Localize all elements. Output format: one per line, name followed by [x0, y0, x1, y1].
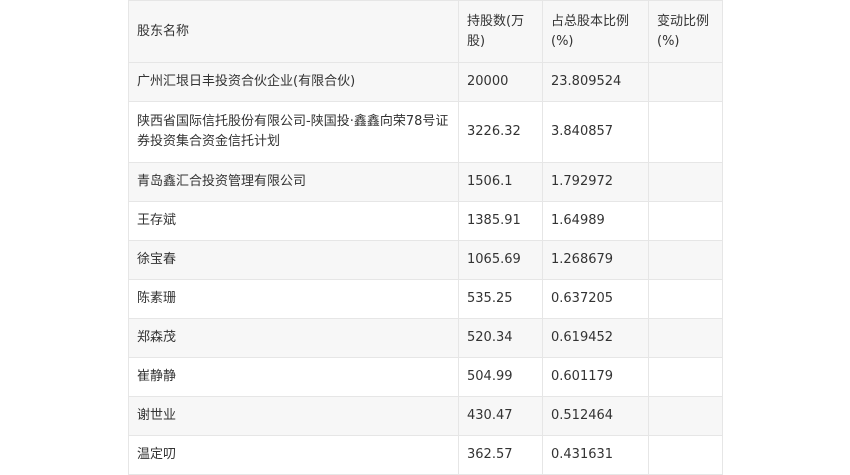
header-change: 变动比例(%) [648, 0, 723, 63]
cell-name: 郑森茂 [128, 318, 459, 358]
table-row: 徐宝春 1065.69 1.268679 [128, 240, 723, 280]
cell-ratio: 3.840857 [542, 101, 649, 163]
table-row: 谢世业 430.47 0.512464 [128, 396, 723, 436]
shareholder-table: 股东名称 持股数(万股) 占总股本比例(%) 变动比例(%) 广州汇垠日丰投资合… [128, 0, 723, 475]
cell-shares: 1506.1 [458, 162, 543, 202]
table-row: 广州汇垠日丰投资合伙企业(有限合伙) 20000 23.809524 [128, 62, 723, 102]
cell-name: 王存斌 [128, 201, 459, 241]
table-row: 郑森茂 520.34 0.619452 [128, 318, 723, 358]
cell-name: 陕西省国际信托股份有限公司-陕国投·鑫鑫向荣78号证券投资集合资金信托计划 [128, 101, 459, 163]
header-ratio: 占总股本比例(%) [542, 0, 649, 63]
table-row: 陈素珊 535.25 0.637205 [128, 279, 723, 319]
header-shares: 持股数(万股) [458, 0, 543, 63]
cell-ratio: 1.64989 [542, 201, 649, 241]
cell-ratio: 0.637205 [542, 279, 649, 319]
cell-name: 谢世业 [128, 396, 459, 436]
cell-change [648, 162, 723, 202]
cell-name: 崔静静 [128, 357, 459, 397]
cell-ratio: 0.431631 [542, 435, 649, 475]
header-shareholder-name: 股东名称 [128, 0, 459, 63]
table-row: 崔静静 504.99 0.601179 [128, 357, 723, 397]
cell-name: 徐宝春 [128, 240, 459, 280]
cell-shares: 535.25 [458, 279, 543, 319]
table-row: 温定叨 362.57 0.431631 [128, 435, 723, 475]
cell-shares: 1065.69 [458, 240, 543, 280]
cell-shares: 362.57 [458, 435, 543, 475]
shareholder-table-container: 股东名称 持股数(万股) 占总股本比例(%) 变动比例(%) 广州汇垠日丰投资合… [128, 0, 723, 475]
cell-shares: 1385.91 [458, 201, 543, 241]
cell-ratio: 0.619452 [542, 318, 649, 358]
cell-shares: 3226.32 [458, 101, 543, 163]
cell-change [648, 101, 723, 163]
table-row: 陕西省国际信托股份有限公司-陕国投·鑫鑫向荣78号证券投资集合资金信托计划 32… [128, 101, 723, 163]
cell-ratio: 0.601179 [542, 357, 649, 397]
table-row: 王存斌 1385.91 1.64989 [128, 201, 723, 241]
cell-change [648, 279, 723, 319]
cell-change [648, 201, 723, 241]
cell-ratio: 23.809524 [542, 62, 649, 102]
cell-name: 陈素珊 [128, 279, 459, 319]
cell-ratio: 0.512464 [542, 396, 649, 436]
cell-shares: 504.99 [458, 357, 543, 397]
cell-ratio: 1.792972 [542, 162, 649, 202]
cell-change [648, 318, 723, 358]
cell-change [648, 435, 723, 475]
cell-name: 广州汇垠日丰投资合伙企业(有限合伙) [128, 62, 459, 102]
cell-shares: 20000 [458, 62, 543, 102]
table-header-row: 股东名称 持股数(万股) 占总股本比例(%) 变动比例(%) [128, 0, 723, 63]
cell-shares: 430.47 [458, 396, 543, 436]
cell-name: 青岛鑫汇合投资管理有限公司 [128, 162, 459, 202]
cell-change [648, 240, 723, 280]
cell-name: 温定叨 [128, 435, 459, 475]
cell-shares: 520.34 [458, 318, 543, 358]
cell-change [648, 396, 723, 436]
table-row: 青岛鑫汇合投资管理有限公司 1506.1 1.792972 [128, 162, 723, 202]
cell-change [648, 62, 723, 102]
cell-ratio: 1.268679 [542, 240, 649, 280]
cell-change [648, 357, 723, 397]
